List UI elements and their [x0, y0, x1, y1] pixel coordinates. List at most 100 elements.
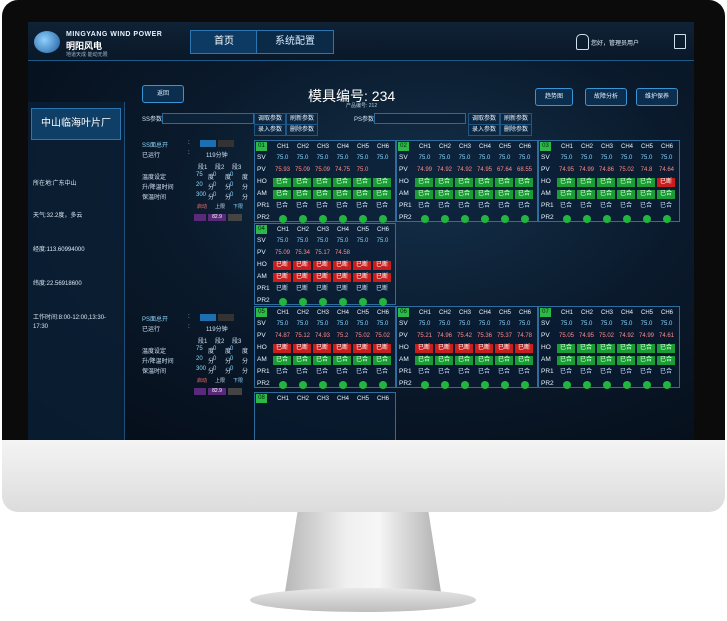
am-status[interactable]: 已合 [657, 356, 675, 365]
ho-status[interactable]: 已断 [657, 178, 675, 187]
ho-status[interactable]: 已断 [333, 261, 351, 270]
am-status[interactable]: 已合 [373, 356, 391, 365]
pr1-status[interactable]: 已合 [637, 202, 655, 211]
am-status[interactable]: 已合 [313, 356, 331, 365]
ho-status[interactable]: 已断 [313, 261, 331, 270]
ho-status[interactable]: 已合 [495, 178, 513, 187]
ps-ramp_vals-2[interactable]: 0 [230, 356, 233, 362]
ss-start-button[interactable]: 启动 [194, 204, 210, 211]
am-status[interactable]: 已合 [435, 190, 453, 199]
ho-status[interactable]: 已合 [455, 178, 473, 187]
ho-status[interactable]: 已断 [455, 344, 473, 353]
ho-status[interactable]: 已断 [273, 261, 291, 270]
ho-status[interactable]: 已合 [333, 178, 351, 187]
pr1-status[interactable]: 已断 [353, 285, 371, 294]
pr1-status[interactable]: 已合 [577, 368, 595, 377]
am-status[interactable]: 已合 [637, 356, 655, 365]
pr1-status[interactable]: 已合 [415, 368, 433, 377]
pr1-status[interactable]: 已合 [617, 202, 635, 211]
ho-status[interactable]: 已合 [557, 344, 575, 353]
pr1-status[interactable]: 已合 [415, 202, 433, 211]
am-status[interactable]: 已合 [373, 190, 391, 199]
am-status[interactable]: 已合 [475, 190, 493, 199]
pr1-status[interactable]: 已合 [617, 368, 635, 377]
ps-switch-on[interactable] [200, 314, 216, 321]
ho-status[interactable]: 已合 [415, 178, 433, 187]
am-status[interactable]: 已断 [373, 273, 391, 282]
ss-delete-param-button[interactable]: 删除参数 [286, 124, 318, 136]
am-status[interactable]: 已合 [577, 190, 595, 199]
pr1-status[interactable]: 已合 [577, 202, 595, 211]
ho-status[interactable]: 已合 [617, 178, 635, 187]
pr1-status[interactable]: 已合 [597, 202, 615, 211]
ps-ramp_vals-0[interactable]: 20 [196, 356, 203, 362]
pr1-status[interactable]: 已合 [657, 202, 675, 211]
ho-status[interactable]: 已断 [435, 344, 453, 353]
ho-status[interactable]: 已断 [415, 344, 433, 353]
ps-enter-param-button[interactable]: 录入参数 [468, 124, 500, 136]
tab-home[interactable]: 首页 [190, 30, 258, 54]
am-status[interactable]: 已断 [273, 273, 291, 282]
pr1-status[interactable]: 已合 [515, 368, 533, 377]
ho-status[interactable]: 已合 [515, 178, 533, 187]
pr1-status[interactable]: 已合 [435, 368, 453, 377]
am-status[interactable]: 已合 [353, 356, 371, 365]
ho-status[interactable]: 已断 [515, 344, 533, 353]
ho-status[interactable]: 已断 [353, 261, 371, 270]
back-button[interactable]: 返回 [142, 85, 184, 103]
ho-status[interactable]: 已合 [617, 344, 635, 353]
am-status[interactable]: 已合 [435, 356, 453, 365]
pr1-status[interactable]: 已合 [293, 368, 311, 377]
am-status[interactable]: 已合 [293, 356, 311, 365]
pr1-status[interactable]: 已合 [475, 368, 493, 377]
ho-status[interactable]: 已断 [273, 344, 291, 353]
pr1-status[interactable]: 已合 [373, 368, 391, 377]
ho-status[interactable]: 已断 [333, 344, 351, 353]
am-status[interactable]: 已合 [353, 190, 371, 199]
ps-switch-off[interactable] [218, 314, 234, 321]
ho-status[interactable]: 已合 [557, 178, 575, 187]
pr1-status[interactable]: 已合 [557, 368, 575, 377]
ps-hold_vals-1[interactable]: 0 [213, 366, 216, 372]
am-status[interactable]: 已合 [455, 356, 473, 365]
pr1-status[interactable]: 已合 [475, 202, 493, 211]
trend-chart-button[interactable]: 趋势图 [535, 88, 573, 106]
ss-ramp_vals-2[interactable]: 0 [230, 182, 233, 188]
ho-status[interactable]: 已合 [475, 178, 493, 187]
ps-param-input[interactable] [374, 113, 466, 124]
ho-status[interactable]: 已断 [293, 261, 311, 270]
pr1-status[interactable]: 已断 [333, 285, 351, 294]
ss-switch-on[interactable] [200, 140, 216, 147]
pr1-status[interactable]: 已合 [557, 202, 575, 211]
pr1-status[interactable]: 已合 [293, 202, 311, 211]
am-status[interactable]: 已合 [657, 190, 675, 199]
pr1-status[interactable]: 已合 [515, 202, 533, 211]
ho-status[interactable]: 已合 [657, 344, 675, 353]
ho-status[interactable]: 已断 [353, 344, 371, 353]
ho-status[interactable]: 已合 [577, 344, 595, 353]
am-status[interactable]: 已断 [333, 273, 351, 282]
ho-status[interactable]: 已合 [597, 178, 615, 187]
logout-icon[interactable] [674, 34, 686, 49]
ho-status[interactable]: 已合 [313, 178, 331, 187]
ss-hold_vals-0[interactable]: 300 [196, 192, 206, 198]
ps-ramp_vals-1[interactable]: 0 [213, 356, 216, 362]
pr1-status[interactable]: 已合 [455, 202, 473, 211]
ps-hold_vals-2[interactable]: 0 [230, 366, 233, 372]
am-status[interactable]: 已合 [557, 356, 575, 365]
am-status[interactable]: 已断 [313, 273, 331, 282]
ps-temp_vals-0[interactable]: 75 [196, 346, 203, 352]
factory-title[interactable]: 中山临海叶片厂 [31, 108, 121, 140]
am-status[interactable]: 已合 [515, 190, 533, 199]
pr1-status[interactable]: 已合 [435, 202, 453, 211]
ho-status[interactable]: 已断 [313, 344, 331, 353]
am-status[interactable]: 已合 [273, 190, 291, 199]
pr1-status[interactable]: 已合 [373, 202, 391, 211]
ho-status[interactable]: 已断 [293, 344, 311, 353]
user-greeting[interactable]: 您好，管理员用户 [591, 38, 639, 47]
am-status[interactable]: 已合 [415, 190, 433, 199]
am-status[interactable]: 已合 [515, 356, 533, 365]
pr1-status[interactable]: 已合 [657, 368, 675, 377]
am-status[interactable]: 已合 [617, 190, 635, 199]
am-status[interactable]: 已合 [333, 356, 351, 365]
